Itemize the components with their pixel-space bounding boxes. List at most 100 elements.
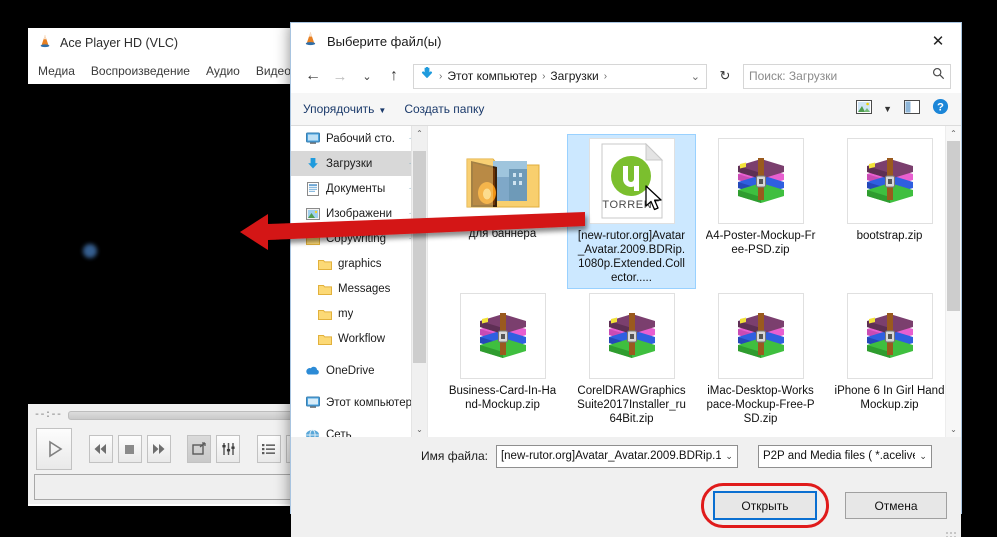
scroll-up-icon[interactable]: ⌃ bbox=[946, 126, 961, 141]
search-input[interactable]: Поиск: Загрузки bbox=[743, 63, 951, 89]
up-icon[interactable]: ↑ bbox=[382, 64, 406, 88]
recent-locations-icon[interactable]: ⌄ bbox=[355, 64, 379, 88]
vlc-statusbar bbox=[34, 474, 312, 500]
menu-item-playback[interactable]: Воспроизведение bbox=[91, 64, 190, 78]
open-button[interactable]: Открыть bbox=[713, 491, 817, 520]
breadcrumb-dropdown-icon[interactable]: ⌄ bbox=[691, 70, 700, 83]
next-button[interactable] bbox=[146, 435, 171, 463]
file-tile[interactable]: bootstrap.zip bbox=[825, 134, 954, 288]
folder-icon bbox=[317, 256, 332, 271]
scroll-down-icon[interactable]: ⌄ bbox=[412, 422, 427, 437]
menu-item-video[interactable]: Видео bbox=[256, 64, 291, 78]
fullscreen-button[interactable] bbox=[187, 435, 212, 463]
sidebar-item-this-pc[interactable]: Этот компьютер bbox=[291, 390, 427, 415]
view-mode-button[interactable]: ▼ bbox=[856, 99, 892, 119]
file-grid-scrollbar[interactable]: ⌃ ⌄ bbox=[945, 126, 961, 437]
open-file-dialog: Выберите файл(ы) ✕ ← → ⌄ ↑ › Этот компью… bbox=[290, 22, 962, 537]
back-icon[interactable]: ← bbox=[301, 64, 325, 88]
breadcrumb-item-computer[interactable]: Этот компьютер bbox=[447, 69, 537, 83]
file-name-label: [new-rutor.org]Avatar_Avatar.2009.BDRip.… bbox=[577, 230, 686, 284]
sidebar-item-graphics[interactable]: graphics bbox=[291, 251, 427, 276]
video-surface[interactable] bbox=[28, 84, 318, 404]
video-artifact bbox=[83, 244, 97, 258]
torrent-file-icon: TORRENT bbox=[588, 138, 675, 224]
chevron-down-icon: ▼ bbox=[378, 106, 387, 115]
file-name-label: Business-Card-In-Hand-Mockup.zip bbox=[448, 385, 557, 411]
file-tile[interactable]: Business-Card-In-Hand-Mockup.zip bbox=[438, 289, 567, 437]
vlc-window-title: Ace Player HD (VLC) bbox=[60, 36, 179, 50]
resize-grip[interactable] bbox=[945, 531, 957, 537]
dialog-titlebar: Выберите файл(ы) ✕ bbox=[291, 23, 961, 59]
desktop-icon bbox=[305, 131, 320, 146]
file-tile[interactable]: CorelDRAWGraphicsSuite2017Installer_ru64… bbox=[567, 289, 696, 437]
winrar-zip-icon bbox=[588, 293, 675, 379]
folder-icon bbox=[317, 306, 332, 321]
sidebar-item-onedrive[interactable]: OneDrive bbox=[291, 358, 427, 383]
breadcrumb-item-downloads[interactable]: Загрузки bbox=[550, 69, 598, 83]
sidebar-label-pictures: Изображени bbox=[326, 207, 393, 220]
menu-item-audio[interactable]: Аудио bbox=[206, 64, 240, 78]
sidebar-item-messages[interactable]: Messages bbox=[291, 276, 427, 301]
file-tile[interactable]: iPhone 6 In Girl Hand Mockup.zip bbox=[825, 289, 954, 437]
sidebar-scrollbar[interactable]: ⌃ ⌄ bbox=[411, 126, 427, 437]
menu-item-media[interactable]: Медиа bbox=[38, 64, 75, 78]
dialog-footer: Имя файла: [new-rutor.org]Avatar_Avatar.… bbox=[291, 437, 961, 537]
file-name-label: CorelDRAWGraphicsSuite2017Installer_ru64… bbox=[577, 385, 686, 425]
sidebar-item-my[interactable]: my bbox=[291, 301, 427, 326]
file-tile[interactable]: для баннера bbox=[438, 134, 567, 288]
refresh-icon[interactable]: ↻ bbox=[714, 65, 736, 88]
onedrive-icon bbox=[305, 363, 320, 378]
sidebar-scroll-thumb[interactable] bbox=[413, 151, 426, 363]
scroll-up-icon[interactable]: ⌃ bbox=[412, 126, 427, 141]
dialog-body: Рабочий сто. 📌 Загрузки 📌 Документы 📌 bbox=[291, 126, 961, 437]
chevron-down-icon[interactable]: ⌄ bbox=[721, 451, 733, 462]
playlist-button[interactable] bbox=[257, 435, 282, 463]
filename-label: Имя файла: bbox=[421, 449, 488, 463]
sidebar-item-downloads[interactable]: Загрузки 📌 bbox=[291, 151, 427, 176]
previous-button[interactable] bbox=[88, 435, 113, 463]
network-icon bbox=[305, 427, 320, 437]
sidebar-label-downloads: Загрузки bbox=[326, 157, 373, 170]
seek-slider[interactable] bbox=[67, 410, 312, 420]
sidebar-item-copywriting[interactable]: Copywriting 📌 bbox=[291, 226, 427, 251]
organize-button[interactable]: Упорядочить ▼ bbox=[303, 100, 386, 118]
chevron-down-icon[interactable]: ⌄ bbox=[915, 451, 927, 462]
play-button[interactable] bbox=[36, 428, 72, 470]
breadcrumb[interactable]: › Этот компьютер › Загрузки › ⌄ bbox=[413, 63, 707, 89]
sidebar-label-workflow: Workflow bbox=[338, 332, 386, 345]
stop-button[interactable] bbox=[117, 435, 142, 463]
close-icon[interactable]: ✕ bbox=[915, 23, 961, 59]
vlc-cone-icon bbox=[38, 34, 52, 53]
file-tile-selected[interactable]: TORRENT [new-rutor.org]Avatar_Avatar.200… bbox=[567, 134, 696, 289]
sidebar-item-network[interactable]: Сеть bbox=[291, 422, 427, 437]
sidebar-label-messages: Messages bbox=[338, 282, 391, 295]
preview-pane-icon[interactable] bbox=[904, 99, 920, 119]
cancel-button[interactable]: Отмена bbox=[845, 492, 947, 519]
filename-input[interactable]: [new-rutor.org]Avatar_Avatar.2009.BDRip.… bbox=[495, 444, 738, 468]
sidebar-item-pictures[interactable]: Изображени 📌 bbox=[291, 201, 427, 226]
sidebar-item-workflow[interactable]: Workflow bbox=[291, 326, 427, 351]
new-folder-button[interactable]: Создать папку bbox=[404, 102, 484, 116]
file-tile[interactable]: iMac-Desktop-Workspace-Mockup-Free-PSD.z… bbox=[696, 289, 825, 437]
file-tile[interactable]: A4-Poster-Mockup-Free-PSD.zip bbox=[696, 134, 825, 288]
sidebar-label-copywriting: Copywriting bbox=[326, 232, 387, 245]
computer-icon bbox=[305, 395, 320, 410]
filetype-select[interactable]: P2P and Media files ( *.acelive * ⌄ bbox=[757, 444, 932, 468]
navigation-pane: Рабочий сто. 📌 Загрузки 📌 Документы 📌 bbox=[291, 126, 428, 437]
documents-icon bbox=[305, 181, 320, 196]
file-list-pane[interactable]: для баннера TORRENT [new-rutor.org]Avata… bbox=[428, 126, 961, 437]
equalizer-button[interactable] bbox=[216, 435, 241, 463]
breadcrumb-sep-0: › bbox=[439, 70, 443, 82]
sidebar-label-network: Сеть bbox=[326, 428, 352, 438]
help-icon[interactable]: ? bbox=[932, 98, 949, 120]
scroll-down-icon[interactable]: ⌄ bbox=[946, 422, 961, 437]
grid-scroll-thumb[interactable] bbox=[947, 141, 960, 311]
sidebar-item-desktop[interactable]: Рабочий сто. 📌 bbox=[291, 126, 427, 151]
toolbar-right-group: ▼ ? bbox=[856, 98, 949, 120]
vlc-cone-icon bbox=[303, 31, 318, 51]
forward-icon[interactable]: → bbox=[328, 64, 352, 88]
sidebar-item-documents[interactable]: Документы 📌 bbox=[291, 176, 427, 201]
winrar-zip-icon bbox=[846, 138, 933, 224]
